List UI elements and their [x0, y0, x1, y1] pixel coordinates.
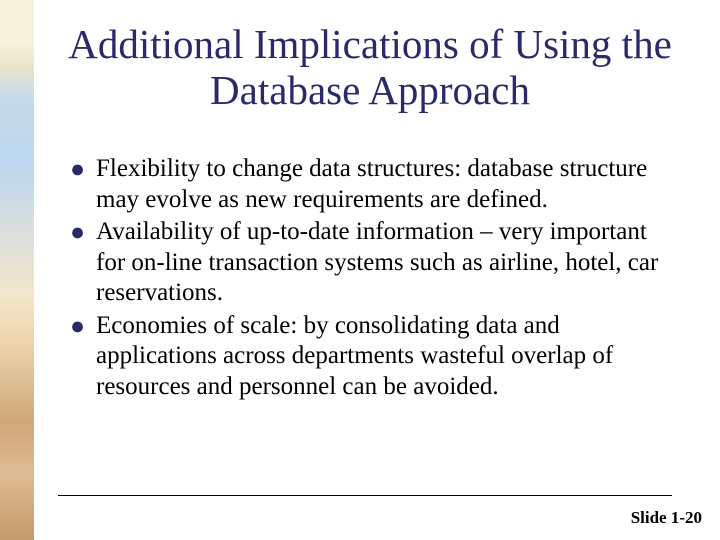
bullet-icon: ●	[70, 155, 85, 186]
slide-title: Additional Implications of Using the Dat…	[60, 22, 680, 114]
list-item: ● Economies of scale: by consolidating d…	[70, 311, 668, 403]
bullet-icon: ●	[70, 312, 85, 343]
slide-content: Additional Implications of Using the Dat…	[0, 0, 720, 540]
bullet-icon: ●	[70, 218, 85, 249]
bullet-text: Availability of up-to-date information –…	[96, 218, 658, 306]
bullet-text: Flexibility to change data structures: d…	[96, 155, 647, 213]
footer-divider	[58, 495, 672, 496]
bullet-text: Economies of scale: by consolidating dat…	[96, 312, 613, 400]
list-item: ● Flexibility to change data structures:…	[70, 154, 668, 215]
slide-number: Slide 1-20	[631, 508, 702, 528]
list-item: ● Availability of up-to-date information…	[70, 217, 668, 309]
slide: Additional Implications of Using the Dat…	[0, 0, 720, 540]
bullet-list: ● Flexibility to change data structures:…	[70, 154, 668, 404]
